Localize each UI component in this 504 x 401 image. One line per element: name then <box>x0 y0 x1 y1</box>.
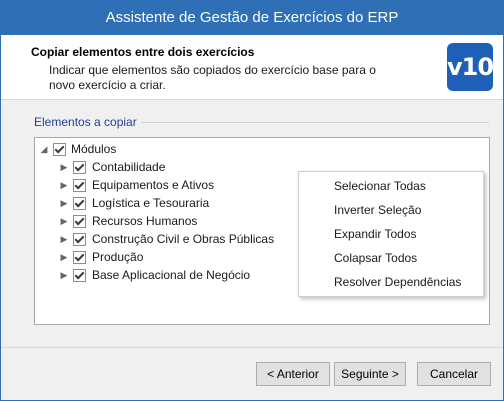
next-button[interactable]: Seguinte > <box>334 362 406 386</box>
checkbox-logistica[interactable] <box>73 197 86 210</box>
tree-item-label: Logística e Tesouraria <box>92 196 210 210</box>
expand-arrow-icon[interactable]: ▶ <box>59 176 69 194</box>
window-title: Assistente de Gestão de Exercícios do ER… <box>1 1 503 35</box>
checkbox-recursos-humanos[interactable] <box>73 215 86 228</box>
menu-item-inverter-selecao[interactable]: Inverter Seleção <box>334 198 421 222</box>
context-menu: Selecionar Todas Inverter Seleção Expand… <box>298 171 484 297</box>
checkbox-modulos[interactable] <box>53 143 66 156</box>
expand-arrow-icon[interactable]: ▶ <box>59 266 69 284</box>
checkbox-equipamentos[interactable] <box>73 179 86 192</box>
checkbox-construcao-civil[interactable] <box>73 233 86 246</box>
wizard-window: Assistente de Gestão de Exercícios do ER… <box>0 0 504 401</box>
checkbox-contabilidade[interactable] <box>73 161 86 174</box>
tree-item-label: Contabilidade <box>92 160 166 174</box>
menu-item-colapsar-todos[interactable]: Colapsar Todos <box>334 246 417 270</box>
section-label: Elementos a copiar <box>34 115 141 129</box>
step-title: Copiar elementos entre dois exercícios <box>31 45 255 59</box>
checkbox-producao[interactable] <box>73 251 86 264</box>
tree-item-label: Base Aplicacional de Negócio <box>92 268 251 282</box>
footer-divider <box>1 347 503 348</box>
expand-arrow-icon[interactable]: ▶ <box>59 230 69 248</box>
expand-arrow-icon[interactable]: ▶ <box>59 158 69 176</box>
menu-item-expandir-todos[interactable]: Expandir Todos <box>334 222 417 246</box>
tree-item-label: Recursos Humanos <box>92 214 198 228</box>
v10-logo-icon: v10 <box>447 43 494 91</box>
tree-root-label: Módulos <box>71 142 117 156</box>
tree-item-label: Construção Civil e Obras Públicas <box>92 232 275 246</box>
back-button[interactable]: < Anterior <box>256 362 330 386</box>
checkbox-base-aplicacional[interactable] <box>73 269 86 282</box>
menu-item-selecionar-todas[interactable]: Selecionar Todas <box>334 174 426 198</box>
tree-item-label: Produção <box>92 250 144 264</box>
collapse-arrow-icon[interactable]: ◢ <box>39 140 49 158</box>
group-divider <box>131 122 489 123</box>
tree-item-label: Equipamentos e Ativos <box>92 178 215 192</box>
expand-arrow-icon[interactable]: ▶ <box>59 194 69 212</box>
cancel-button[interactable]: Cancelar <box>417 362 491 386</box>
expand-arrow-icon[interactable]: ▶ <box>59 212 69 230</box>
step-description: Indicar que elementos são copiados do ex… <box>49 63 376 92</box>
expand-arrow-icon[interactable]: ▶ <box>59 248 69 266</box>
wizard-header: Copiar elementos entre dois exercícios I… <box>1 35 503 100</box>
menu-item-resolver-dependencias[interactable]: Resolver Dependências <box>334 270 461 294</box>
